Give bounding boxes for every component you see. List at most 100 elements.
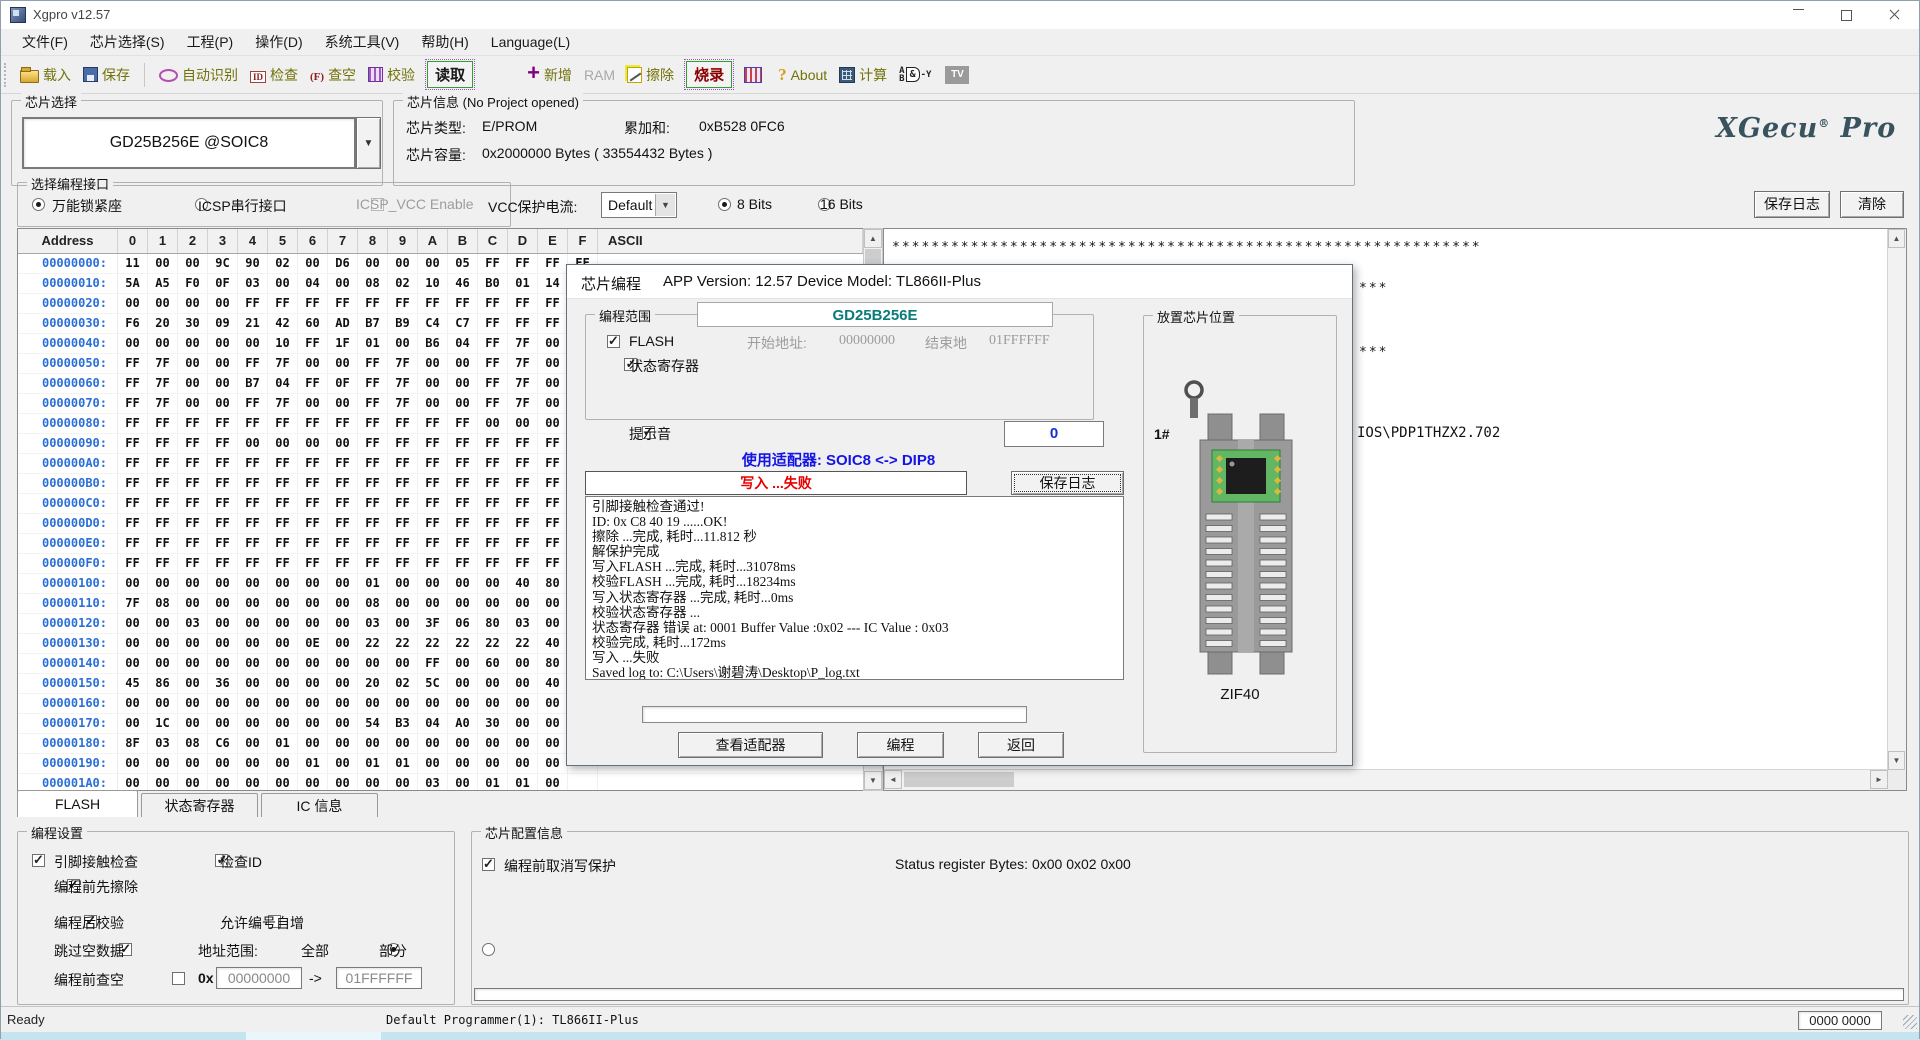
hex-cell[interactable]: 00 (478, 734, 508, 753)
hex-cell[interactable]: FF (538, 434, 568, 453)
info-scroll-down-icon[interactable]: ▼ (1888, 751, 1905, 770)
log-output[interactable]: 引脚接触检查通过!ID: 0x C8 40 19 ......OK!擦除 ...… (585, 496, 1124, 680)
hex-cell[interactable]: F6 (118, 314, 148, 333)
bits8-radio[interactable] (718, 198, 731, 211)
hex-cell[interactable]: FF (358, 514, 388, 533)
hex-cell[interactable]: B9 (388, 314, 418, 333)
hex-cell[interactable]: 00 (208, 694, 238, 713)
hex-cell[interactable]: 00 (268, 614, 298, 633)
hex-cell[interactable]: 00 (448, 774, 478, 791)
hex-cell[interactable]: 22 (448, 634, 478, 653)
hex-cell[interactable]: 7F (148, 374, 178, 393)
hex-cell[interactable]: 7F (508, 354, 538, 373)
hex-cell[interactable]: 00 (178, 674, 208, 693)
hex-cell[interactable]: 00 (448, 694, 478, 713)
hex-cell[interactable]: 5C (418, 674, 448, 693)
hex-cell[interactable]: FF (118, 494, 148, 513)
hex-cell[interactable]: FF (208, 514, 238, 533)
hex-cell[interactable]: 00 (298, 694, 328, 713)
hex-cell[interactable]: FF (148, 434, 178, 453)
hex-cell[interactable]: FF (298, 494, 328, 513)
hex-cell[interactable]: 01 (508, 774, 538, 791)
toolbar-button[interactable]: RAM (578, 64, 621, 86)
hex-cell[interactable]: FF (178, 514, 208, 533)
hex-cell[interactable]: 00 (268, 634, 298, 653)
hex-cell[interactable]: FF (418, 534, 448, 553)
menu-item[interactable]: Language(L) (480, 31, 581, 53)
hex-cell[interactable]: 00 (508, 714, 538, 733)
hex-cell[interactable]: 00 (388, 774, 418, 791)
hex-cell[interactable]: FF (238, 494, 268, 513)
hex-cell[interactable]: 00 (538, 774, 568, 791)
menu-item[interactable]: 工程(P) (176, 29, 245, 55)
toolbar-button[interactable]: 载入 (14, 62, 77, 88)
hex-cell[interactable]: 00 (178, 334, 208, 353)
hex-cell[interactable]: 00 (328, 714, 358, 733)
hex-cell[interactable]: 00 (238, 714, 268, 733)
hex-cell[interactable]: FF (328, 494, 358, 513)
hex-cell[interactable]: FF (178, 554, 208, 573)
hex-cell[interactable]: FF (118, 554, 148, 573)
hex-cell[interactable]: FF (478, 454, 508, 473)
hex-cell[interactable]: 00 (298, 734, 328, 753)
hex-cell[interactable]: FF (268, 454, 298, 473)
hex-cell[interactable]: 08 (358, 594, 388, 613)
hex-cell[interactable]: 00 (208, 354, 238, 373)
hex-cell[interactable]: 00 (118, 334, 148, 353)
hex-cell[interactable]: 08 (148, 594, 178, 613)
hex-cell[interactable]: 00 (268, 714, 298, 733)
hex-cell[interactable]: 00 (388, 334, 418, 353)
hex-cell[interactable]: 00 (538, 394, 568, 413)
hex-cell[interactable]: FF (508, 454, 538, 473)
hex-cell[interactable]: 00 (298, 654, 328, 673)
hex-cell[interactable]: A5 (148, 274, 178, 293)
hex-cell[interactable]: 00 (538, 694, 568, 713)
hex-cell[interactable]: FF (238, 394, 268, 413)
unprotect-checkbox[interactable] (482, 858, 495, 871)
hex-cell[interactable]: 00 (418, 734, 448, 753)
hex-cell[interactable]: 1F (328, 334, 358, 353)
hex-cell[interactable]: 7F (148, 394, 178, 413)
hex-cell[interactable]: 00 (118, 694, 148, 713)
hex-cell[interactable]: FF (478, 314, 508, 333)
hex-cell[interactable]: FF (268, 294, 298, 313)
hex-cell[interactable]: 00 (238, 334, 268, 353)
hex-cell[interactable]: 03 (178, 614, 208, 633)
hex-cell[interactable]: FF (388, 294, 418, 313)
hex-cell[interactable]: FF (478, 334, 508, 353)
hex-cell[interactable]: 00 (238, 634, 268, 653)
blank-check-checkbox[interactable] (172, 972, 185, 985)
hex-cell[interactable]: FF (418, 494, 448, 513)
tab-status-register[interactable]: 状态寄存器 (141, 793, 258, 817)
hex-cell[interactable]: FF (448, 514, 478, 533)
menu-item[interactable]: 文件(F) (11, 29, 79, 55)
hex-cell[interactable]: FF (388, 434, 418, 453)
hex-cell[interactable]: 9C (208, 254, 238, 273)
hex-cell[interactable]: FF (238, 294, 268, 313)
hex-cell[interactable]: 36 (208, 674, 238, 693)
hex-cell[interactable]: FF (298, 294, 328, 313)
hex-cell[interactable]: 00 (538, 754, 568, 773)
close-button[interactable] (1871, 1, 1917, 29)
hex-cell[interactable]: FF (328, 534, 358, 553)
hex-cell[interactable]: FF (478, 554, 508, 573)
hex-cell[interactable]: FF (148, 454, 178, 473)
hex-cell[interactable]: 00 (298, 774, 328, 791)
hex-cell[interactable]: 00 (268, 754, 298, 773)
hex-cell[interactable]: FF (508, 534, 538, 553)
hex-cell[interactable]: 00 (118, 614, 148, 633)
toolbar-button[interactable] (738, 64, 772, 86)
hex-cell[interactable]: 00 (178, 394, 208, 413)
logic-gate-icon[interactable]: AB&-Y (893, 64, 937, 86)
hex-cell[interactable]: 00 (118, 294, 148, 313)
hex-cell[interactable]: 00 (328, 594, 358, 613)
hex-cell[interactable]: FF (478, 254, 508, 273)
hex-cell[interactable]: 01 (298, 754, 328, 773)
hex-cell[interactable]: FF (448, 414, 478, 433)
hex-cell[interactable]: 00 (178, 254, 208, 273)
hex-cell[interactable]: FF (268, 414, 298, 433)
hex-cell[interactable]: 00 (418, 694, 448, 713)
hex-cell[interactable]: 00 (238, 574, 268, 593)
hex-cell[interactable]: FF (328, 414, 358, 433)
hex-cell[interactable]: 00 (118, 654, 148, 673)
